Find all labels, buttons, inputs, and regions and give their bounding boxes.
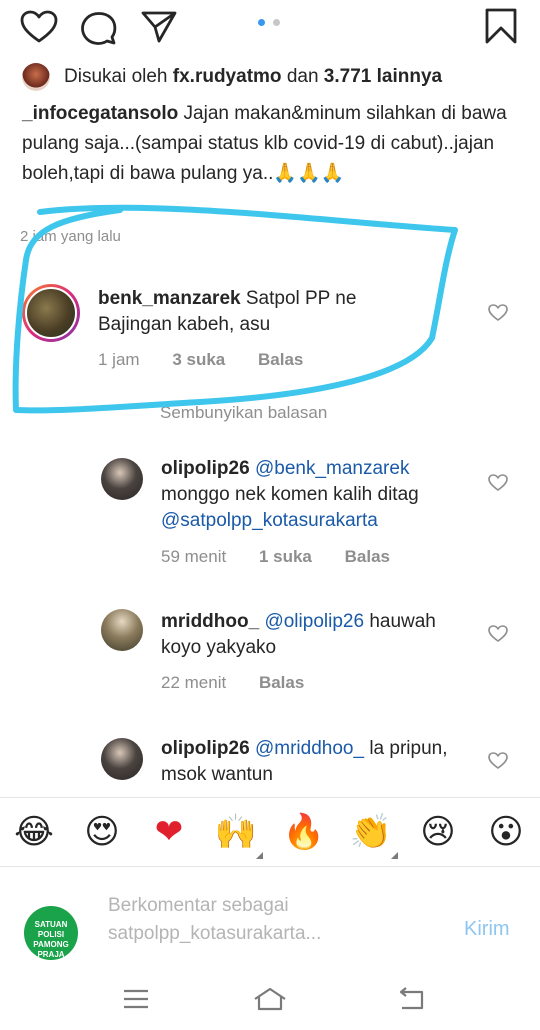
reply-text: monggo nek komen kalih ditag [161,484,419,505]
reply-avatar[interactable] [101,738,143,780]
emoji-fire[interactable]: 🔥 [282,810,326,854]
variant-indicator-icon [256,852,263,859]
emoji-raised-hands[interactable]: 🙌 [214,810,258,854]
reply-button[interactable]: Balas [345,547,390,566]
back-icon[interactable] [396,986,426,1012]
reply-like-heart-icon[interactable] [488,752,508,770]
reply-like-heart-icon[interactable] [488,625,508,643]
comment-like-heart-icon[interactable] [488,304,508,322]
reply-button[interactable]: Balas [258,350,303,369]
emoji-heart-eyes[interactable]: 😍 [80,810,124,854]
reply-mention[interactable]: @benk_manzarek [255,458,409,479]
reply-username[interactable]: olipolip26 [161,458,250,479]
emoji-quick-bar: 😂 😍 ❤ 🙌 🔥 👏 😢 😮 [0,797,540,867]
comment-item: benk_manzarek Satpol PP ne Bajingan kabe… [0,280,540,390]
reply-mention-2[interactable]: @satpolpp_kotasurakarta [161,510,378,531]
reply-like-count[interactable]: 1 suka [259,547,312,566]
emoji-clapping[interactable]: 👏 [349,810,393,854]
likes-count[interactable]: 3.771 lainnya [324,66,442,87]
reply-body: olipolip26 @benk_manzarek monggo nek kom… [161,456,471,534]
own-avatar-text: SATUAN POLISI PAMONG PRAJA [33,920,69,959]
home-icon[interactable] [252,986,288,1012]
emoji-laughing[interactable]: 😂 [12,810,56,854]
reply-body: mriddhoo_ @olipolip26 hauwah koyo yakyak… [161,609,471,661]
reply-time: 59 menit [161,547,227,566]
comment-body: benk_manzarek Satpol PP ne Bajingan kabe… [98,286,428,338]
comment-like-count[interactable]: 3 suka [172,350,225,369]
carousel-dot [273,19,280,26]
reply-item: olipolip26 @benk_manzarek monggo nek kom… [0,452,540,582]
reply-item: mriddhoo_ @olipolip26 hauwah koyo yakyak… [0,605,540,705]
reply-avatar[interactable] [101,458,143,500]
liker-username[interactable]: fx.rudyatmo [173,66,282,87]
commenter-avatar[interactable] [22,284,80,342]
menu-icon[interactable] [122,988,150,1010]
reply-mention[interactable]: @mriddhoo_ [255,738,364,759]
post-timestamp: 2 jam yang lalu [20,228,121,245]
likes-text: Disukai oleh fx.rudyatmo dan 3.771 lainn… [64,66,442,88]
emoji-red-heart[interactable]: ❤ [147,810,191,854]
reply-avatar[interactable] [101,609,143,651]
hide-replies-link[interactable]: Sembunyikan balasan [160,403,327,423]
comment-input[interactable]: Berkomentar sebagai satpolpp_kotasurakar… [108,892,438,948]
bookmark-icon[interactable] [484,8,518,44]
heart-icon[interactable] [20,10,58,44]
post-action-bar [0,0,540,52]
comment-icon[interactable] [80,10,118,46]
carousel-indicator [258,19,282,27]
likes-summary[interactable]: Disukai oleh fx.rudyatmo dan 3.771 lainn… [22,63,532,93]
own-avatar: SATUAN POLISI PAMONG PRAJA [24,906,78,960]
reply-item: olipolip26 @mriddhoo_ la pripun, msok wa… [0,734,540,797]
reply-button[interactable]: Balas [259,673,304,692]
post-caption: _infocegatansolo Jajan makan&minum silah… [22,99,522,189]
system-nav-bar [0,978,540,1030]
likes-middle: dan [286,66,319,87]
comment-username[interactable]: benk_manzarek [98,288,241,309]
comment-meta: 1 jam 3 suka Balas [98,350,331,370]
reply-time: 22 menit [161,673,227,692]
variant-indicator-icon [391,852,398,859]
send-button[interactable]: Kirim [464,918,510,941]
reply-mention[interactable]: @olipolip26 [264,611,364,632]
reply-username[interactable]: mriddhoo_ [161,611,259,632]
emoji-crying[interactable]: 😢 [416,810,460,854]
comment-composer: SATUAN POLISI PAMONG PRAJA Berkomentar s… [0,868,540,978]
reply-like-heart-icon[interactable] [488,474,508,492]
reply-meta: 22 menit Balas [161,673,332,693]
reply-meta: 59 menit 1 suka Balas [161,547,418,567]
emoji-surprised[interactable]: 😮 [484,810,528,854]
share-icon[interactable] [140,10,178,44]
liker-avatar [22,63,50,91]
reply-body: olipolip26 @mriddhoo_ la pripun, msok wa… [161,736,471,788]
carousel-dot-active [258,19,265,26]
likes-prefix: Disukai oleh [64,66,168,87]
comment-time: 1 jam [98,350,140,369]
reply-username[interactable]: olipolip26 [161,738,250,759]
caption-username[interactable]: _infocegatansolo [22,103,178,124]
